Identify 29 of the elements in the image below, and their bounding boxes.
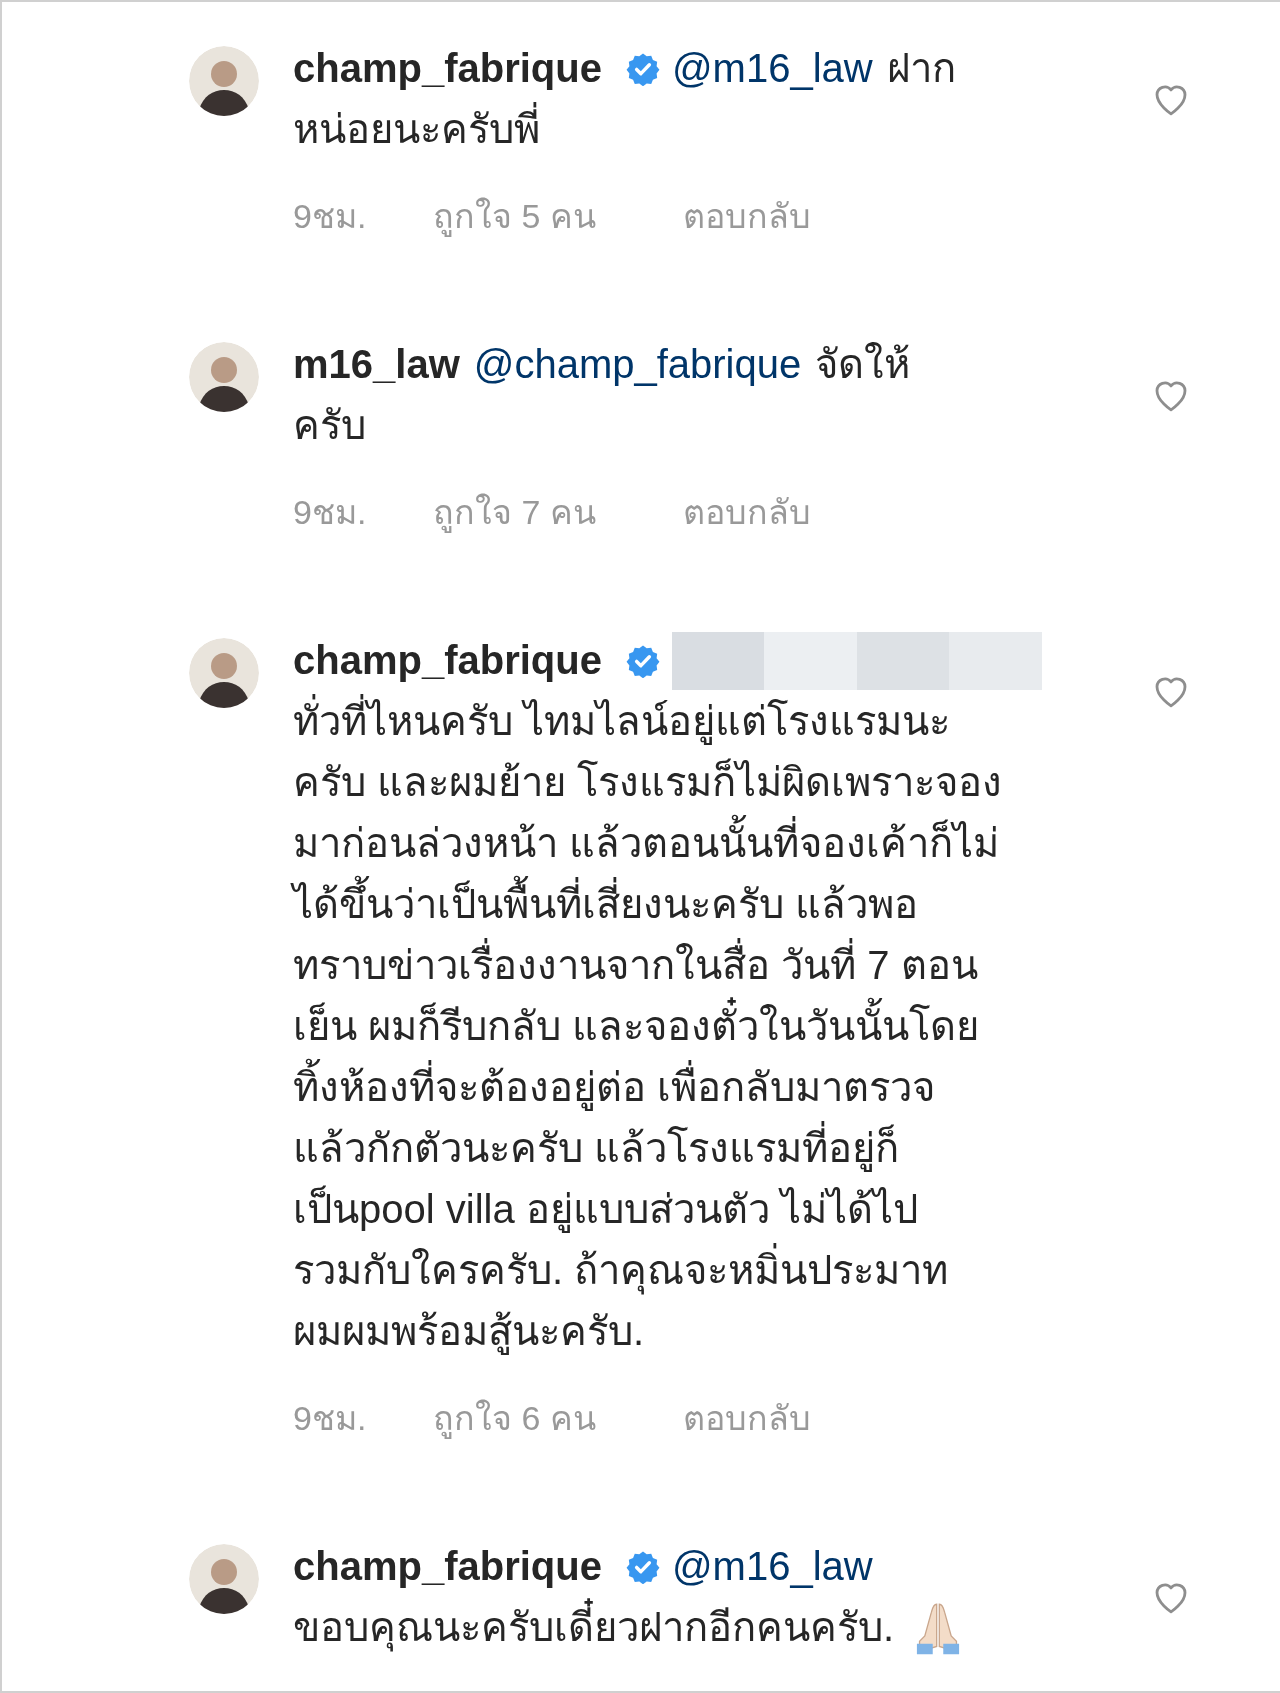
comment-text: จัดให้	[815, 341, 911, 388]
comment-text: ขอบคุณนะครับเดี๋ยวฝากอีกคนครับ.	[293, 1597, 895, 1658]
comment-text: ทิ้งห้องที่จะต้องอยู่ต่อ เพื่อกลับมาตรวจ	[293, 1057, 936, 1118]
avatar[interactable]	[189, 342, 259, 412]
comment-text: ฝาก	[886, 45, 956, 92]
comment-text: ทราบข่าวเรื่องงานจากในสื่อ วันที่ 7 ตอน	[293, 935, 978, 996]
comment-text: เป็นpool villa อยู่แบบส่วนตัว ไม่ได้ไป	[293, 1184, 918, 1235]
timestamp: 9ชม.	[293, 1398, 368, 1439]
avatar[interactable]	[189, 638, 259, 708]
comment-text: ครับ และผมย้าย โรงแรมก็ไม่ผิดเพราะจอง	[293, 757, 1003, 806]
mention-link[interactable]: @champ_fabrique	[473, 334, 802, 395]
timestamp: 9ชม.	[293, 492, 368, 533]
username[interactable]: champ_fabrique	[293, 1536, 602, 1597]
comment-text: ทั่วที่ไหนครับ ไทมไลน์อยู่แต่โรงแรมนะ	[293, 691, 951, 752]
avatar[interactable]	[189, 46, 259, 116]
avatar[interactable]	[189, 1544, 259, 1614]
username[interactable]: champ_fabrique	[293, 38, 602, 99]
comment-text: ครับ	[293, 402, 366, 449]
comment-text: มาก่อนล่วงหน้า แล้วตอนนั้นที่จองเค้าก็ไม่	[293, 813, 1000, 874]
comment-text: หน่อยนะครับพี่	[293, 99, 540, 160]
username[interactable]: champ_fabrique	[293, 630, 602, 691]
comment-text: แล้วกักตัวนะครับ แล้วโรงแรมที่อยู่ก็	[293, 1118, 900, 1179]
mention-link[interactable]: @m16_law	[671, 38, 873, 99]
timestamp: 9ชม.	[293, 196, 368, 237]
username[interactable]: m16_law	[293, 334, 460, 395]
comment-text: ผมผมพร้อมสู้นะครับ.	[293, 1308, 645, 1357]
comment-text: รวมกับใครครับ. ถ้าคุณจะหมิ่นประมาท	[293, 1240, 949, 1301]
comment-text: เย็น ผมก็รีบกลับ และจองตั๋วในวันนั้นโดย	[293, 996, 980, 1057]
mention-link[interactable]: @m16_law	[671, 1536, 873, 1597]
